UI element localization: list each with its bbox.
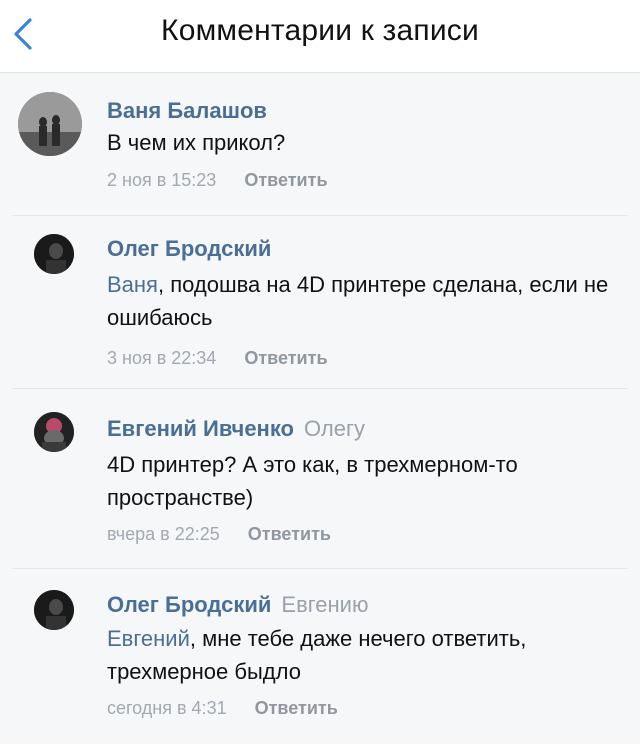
comment-body: , подошва на 4D принтере сделана, если н…: [107, 272, 609, 330]
divider: [12, 568, 628, 569]
author-name[interactable]: Евгений Ивченко: [107, 416, 294, 441]
mention-link[interactable]: Ваня: [107, 272, 158, 297]
comment-author[interactable]: Олег Бродский Евгению: [107, 592, 368, 618]
reply-button[interactable]: Ответить: [244, 170, 327, 190]
comment-author[interactable]: Ваня Балашов: [107, 98, 267, 124]
comment-author[interactable]: Олег Бродский: [107, 236, 271, 262]
comments-screen: Комментарии к записи Ваня Балашов В чем …: [0, 0, 640, 744]
comment-item: Олег Бродский Ваня, подошва на 4D принте…: [0, 222, 640, 382]
comment-body: 4D принтер? А это как, в трехмерном-то п…: [107, 452, 518, 510]
avatar[interactable]: [34, 412, 74, 452]
author-name[interactable]: Олег Бродский: [107, 592, 271, 617]
comment-text: 4D принтер? А это как, в трехмерном-то п…: [107, 448, 627, 514]
comment-item: Ваня Балашов В чем их прикол? 2 ноя в 15…: [0, 84, 640, 214]
comment-date: сегодня в 4:31: [107, 698, 227, 718]
divider: [12, 388, 628, 389]
comment-text: В чем их прикол?: [107, 126, 627, 159]
comment-meta: 3 ноя в 22:34 Ответить: [107, 348, 328, 369]
comment-date: вчера в 22:25: [107, 524, 220, 544]
comment-date: 3 ноя в 22:34: [107, 348, 217, 368]
comment-meta: вчера в 22:25 Ответить: [107, 524, 331, 545]
avatar[interactable]: [18, 92, 82, 156]
reply-target[interactable]: Евгению: [281, 592, 368, 617]
comment-date: 2 ноя в 15:23: [107, 170, 217, 190]
reply-button[interactable]: Ответить: [248, 524, 331, 544]
author-name[interactable]: Ваня Балашов: [107, 98, 267, 123]
reply-target[interactable]: Олегу: [304, 416, 365, 441]
divider: [12, 215, 628, 216]
author-name[interactable]: Олег Бродский: [107, 236, 271, 261]
comment-text: Ваня, подошва на 4D принтере сделана, ес…: [107, 268, 627, 334]
comment-meta: сегодня в 4:31 Ответить: [107, 698, 338, 719]
header-bar: Комментарии к записи: [0, 0, 640, 73]
reply-button[interactable]: Ответить: [244, 348, 327, 368]
page-title: Комментарии к записи: [161, 14, 479, 47]
comment-author[interactable]: Евгений Ивченко Олегу: [107, 416, 365, 442]
avatar[interactable]: [34, 590, 74, 630]
avatar[interactable]: [34, 234, 74, 274]
reply-button[interactable]: Ответить: [255, 698, 338, 718]
comment-item: Евгений Ивченко Олегу 4D принтер? А это к…: [0, 404, 640, 564]
comment-text: Евгений, мне тебе даже нечего ответить, …: [107, 622, 627, 688]
comment-meta: 2 ноя в 15:23 Ответить: [107, 170, 328, 191]
comment-item: Олег Бродский Евгению Евгений, мне тебе д…: [0, 580, 640, 744]
mention-link[interactable]: Евгений: [107, 626, 190, 651]
comment-body: В чем их прикол?: [107, 130, 286, 155]
